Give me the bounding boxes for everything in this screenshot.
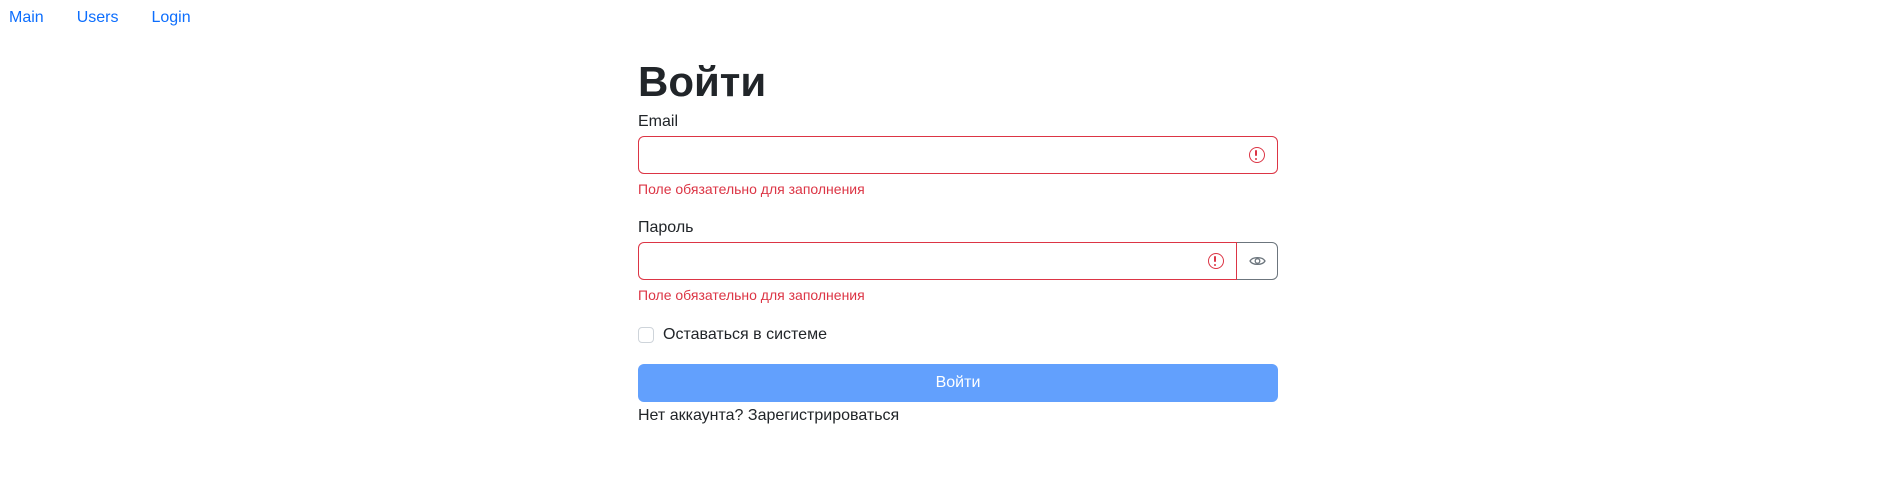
password-group: Пароль Поле обязательно для заполнения xyxy=(638,218,1278,304)
email-error-message: Поле обязательно для заполнения xyxy=(638,181,865,197)
password-input-group xyxy=(638,242,1278,280)
password-field-wrapper xyxy=(638,242,1237,280)
login-form: Войти Email Поле обязательно для заполне… xyxy=(638,54,1278,426)
toggle-password-visibility-button[interactable] xyxy=(1236,242,1278,280)
login-submit-button[interactable]: Войти xyxy=(638,364,1278,402)
password-field[interactable] xyxy=(638,242,1237,280)
remember-me-label[interactable]: Оставаться в системе xyxy=(663,325,827,345)
nav-link-users[interactable]: Users xyxy=(77,9,119,27)
email-label: Email xyxy=(638,113,679,130)
error-icon xyxy=(1208,253,1224,269)
eye-icon xyxy=(1248,256,1266,266)
email-field[interactable] xyxy=(638,136,1278,174)
remember-me-checkbox[interactable] xyxy=(638,327,654,343)
password-error-message: Поле обязательно для заполнения xyxy=(638,287,865,303)
page-title: Войти xyxy=(638,58,767,105)
register-prompt: Нет аккаунта? xyxy=(638,407,744,424)
top-nav: Main Users Login xyxy=(9,9,224,27)
remember-me-row: Оставаться в системе xyxy=(638,325,1278,345)
nav-link-login[interactable]: Login xyxy=(151,9,190,27)
password-label: Пароль xyxy=(638,219,694,236)
email-group: Email Поле обязательно для заполнения xyxy=(638,112,1278,198)
register-link[interactable]: Зарегистрироваться xyxy=(748,407,899,424)
register-row: Нет аккаунта? Зарегистрироваться xyxy=(638,406,1278,426)
email-field-wrapper xyxy=(638,136,1278,174)
nav-link-main[interactable]: Main xyxy=(9,9,44,27)
error-icon xyxy=(1249,147,1265,163)
